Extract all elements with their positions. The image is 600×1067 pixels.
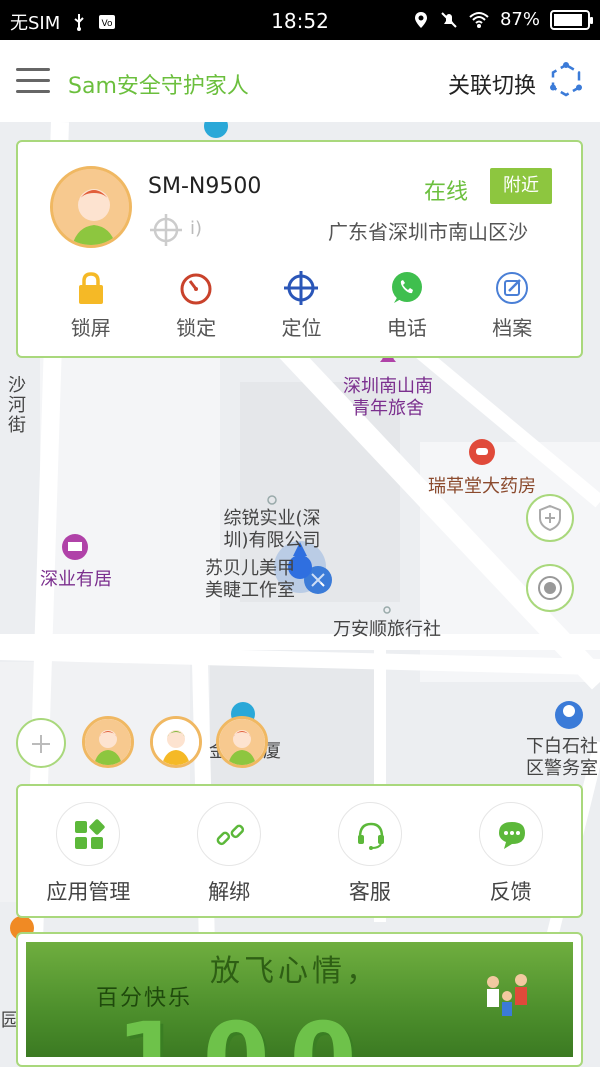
customer-service-label: 客服 xyxy=(348,880,391,904)
wifi-icon xyxy=(469,11,489,28)
add-member-button[interactable] xyxy=(16,718,66,768)
locate-suffix: i) xyxy=(190,218,203,239)
switch-account-button[interactable]: 关联切换 xyxy=(448,68,536,100)
lock-icon xyxy=(78,272,103,304)
locate-label: 定位 xyxy=(281,316,322,340)
member-avatar-icon xyxy=(219,719,265,765)
device-card: SM-N9500 i) 在线 附近 广东省深圳市南山区沙 锁屏 锁定 定位 电话… xyxy=(16,140,583,358)
mute-bell-icon xyxy=(441,11,457,28)
device-actions: 锁屏 锁定 定位 电话 档案 xyxy=(18,270,585,341)
target-icon xyxy=(538,576,562,600)
app-management-label: 应用管理 xyxy=(46,880,131,904)
battery-icon xyxy=(550,9,593,30)
lock-screen-label: 锁屏 xyxy=(70,316,111,340)
bottom-menu: 应用管理 解绑 客服 反馈 xyxy=(16,784,583,918)
locate-button[interactable]: 定位 xyxy=(256,270,346,341)
phone-button[interactable]: 电话 xyxy=(362,270,452,341)
unlink-icon xyxy=(216,824,245,846)
app-management-button[interactable]: 应用管理 xyxy=(28,802,148,916)
profile-label: 档案 xyxy=(492,316,533,340)
profile-button[interactable]: 档案 xyxy=(467,270,557,341)
battery-percent: 87% xyxy=(499,9,540,30)
app-title: Sam安全守护家人 xyxy=(68,74,249,99)
phone-label: 电话 xyxy=(386,316,427,340)
unbind-label: 解绑 xyxy=(208,880,251,904)
lock-button[interactable]: 锁定 xyxy=(151,270,241,341)
device-address: 广东省深圳市南山区沙 xyxy=(328,220,528,244)
device-name: SM-N9500 xyxy=(148,174,262,199)
banner-number: 100 xyxy=(116,1002,376,1057)
banner-image: 放飞心情， 百分快乐 100 xyxy=(26,942,573,1057)
map-label-hostel: 深圳南山南 青年旅舍 xyxy=(343,376,433,419)
switch-hexagon-icon[interactable] xyxy=(548,62,584,98)
status-bar: 无SIM Vo 18:52 87% xyxy=(0,0,600,40)
location-icon xyxy=(414,11,427,28)
user-avatar-icon xyxy=(53,169,129,245)
member-avatar-2[interactable] xyxy=(150,716,202,768)
apps-icon xyxy=(75,819,106,849)
menu-icon[interactable] xyxy=(16,68,50,94)
map-label-shenye: 深业有居 xyxy=(40,569,112,590)
my-location-button[interactable] xyxy=(526,564,574,612)
headset-icon xyxy=(357,822,384,850)
crosshair-icon xyxy=(284,271,319,305)
map-label-wananshun: 万安顺旅行社 xyxy=(333,619,441,640)
safe-zone-button[interactable] xyxy=(526,494,574,542)
member-avatar-icon xyxy=(153,719,199,765)
map-label-police: 下白石社 区警务室 xyxy=(526,736,598,779)
menu-icon-circle xyxy=(337,802,402,866)
menu-icon-circle xyxy=(197,802,262,866)
map-label-zongrui: 综锐实业(深 圳)有限公司 xyxy=(223,508,321,551)
member-avatar-3[interactable] xyxy=(216,716,268,768)
chat-icon xyxy=(498,822,525,849)
feedback-button[interactable]: 反馈 xyxy=(451,802,571,916)
edit-icon xyxy=(496,272,529,304)
banner-slogan-1: 放飞心情， xyxy=(210,954,380,989)
people-illustration-icon xyxy=(487,974,527,1016)
locate-small-icon[interactable] xyxy=(148,212,184,248)
phone-icon xyxy=(391,272,422,303)
unbind-button[interactable]: 解绑 xyxy=(169,802,289,916)
map-label-shahe-street: 沙河街 xyxy=(8,375,26,436)
nearby-button[interactable]: 附近 xyxy=(490,168,552,204)
menu-icon-circle xyxy=(56,802,121,866)
menu-icon-circle xyxy=(478,802,543,866)
timer-icon xyxy=(180,273,212,305)
map-label-pharmacy: 瑞草堂大药房 xyxy=(428,476,536,497)
feedback-label: 反馈 xyxy=(489,880,532,904)
app-bar: Sam安全守护家人 关联切换 xyxy=(0,40,600,122)
lock-label: 锁定 xyxy=(176,316,217,340)
lock-screen-button[interactable]: 锁屏 xyxy=(46,270,136,341)
customer-service-button[interactable]: 客服 xyxy=(310,802,430,916)
map-label-subeier: 苏贝儿美甲 美睫工作室 xyxy=(205,558,295,601)
online-status: 在线 xyxy=(424,180,469,205)
shield-icon xyxy=(539,504,561,532)
ad-banner[interactable]: 放飞心情， 百分快乐 100 xyxy=(16,932,583,1067)
member-avatar-1[interactable] xyxy=(82,716,134,768)
member-avatar-icon xyxy=(85,719,131,765)
device-avatar[interactable] xyxy=(50,166,132,248)
